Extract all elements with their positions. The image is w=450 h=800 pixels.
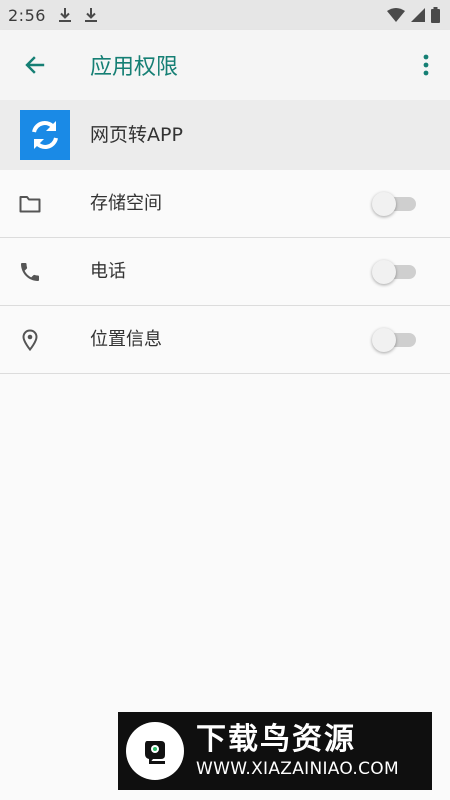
permission-label: 存储空间 (90, 193, 162, 214)
phone-toggle[interactable] (372, 260, 418, 284)
watermark-text: 下载鸟资源 WWW.XIAZAINIAO.COM (196, 722, 399, 780)
permission-list: 存储空间 电话 位置信息 (0, 170, 450, 374)
toggle-thumb (372, 260, 396, 284)
folder-icon (19, 196, 41, 213)
app-logo (20, 110, 70, 160)
permission-label: 电话 (90, 261, 126, 282)
app-header: 网页转APP (0, 100, 450, 170)
watermark-title: 下载鸟资源 (196, 722, 356, 757)
toggle-thumb (372, 328, 396, 352)
wifi-icon (387, 8, 405, 22)
storage-toggle[interactable] (372, 192, 418, 216)
watermark-banner: 下载鸟资源 WWW.XIAZAINIAO.COM (118, 712, 432, 790)
permission-row-location[interactable]: 位置信息 (0, 306, 450, 374)
sync-icon (32, 121, 58, 149)
toggle-thumb (372, 192, 396, 216)
watermark-url: WWW.XIAZAINIAO.COM (196, 759, 399, 779)
bird-icon (145, 741, 165, 764)
location-toggle[interactable] (372, 328, 418, 352)
permission-label: 位置信息 (90, 329, 162, 350)
location-pin-icon (22, 329, 38, 352)
more-vert-icon (423, 54, 429, 76)
download-icon (58, 8, 71, 22)
bird-logo-icon (126, 722, 184, 780)
status-time: 2:56 (8, 5, 46, 25)
battery-icon (431, 7, 440, 23)
status-bar: 2:56 (0, 0, 450, 30)
app-bar: 应用权限 (0, 30, 450, 100)
page-title: 应用权限 (90, 55, 179, 80)
overflow-menu-button[interactable] (402, 30, 450, 100)
download-icon (84, 8, 97, 22)
permission-row-phone[interactable]: 电话 (0, 238, 450, 306)
phone-icon (21, 263, 39, 281)
screen: 2:56 应用权限 网页转APP 存储空间 电话 位置信息 下载鸟资源 WWW.… (0, 0, 450, 800)
app-name: 网页转APP (90, 124, 183, 146)
back-button[interactable] (0, 30, 70, 100)
permission-row-storage[interactable]: 存储空间 (0, 170, 450, 238)
arrow-left-icon (25, 56, 45, 74)
status-icons (387, 7, 440, 23)
signal-icon (411, 8, 425, 22)
